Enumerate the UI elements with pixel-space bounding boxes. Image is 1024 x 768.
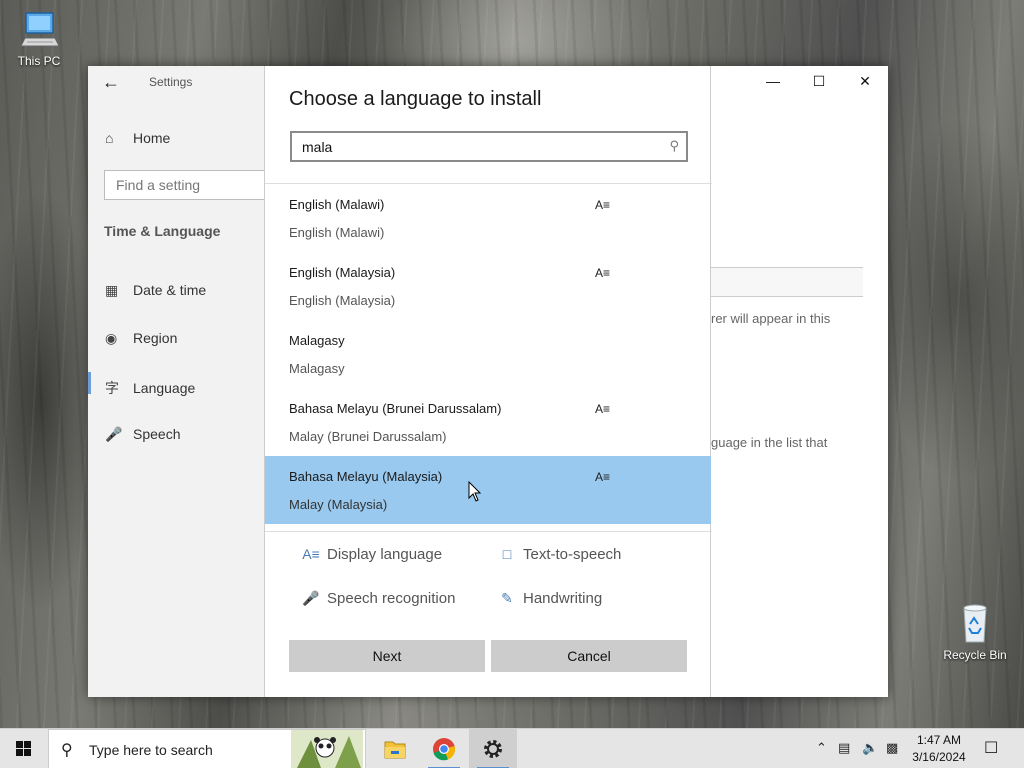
desktop-icon-label: This PC	[17, 54, 61, 68]
taskbar-clock[interactable]: 1:47 AM 3/16/2024	[906, 732, 972, 766]
sidebar-item-date-time[interactable]: ▦ Date & time	[105, 282, 206, 299]
taskbar-chrome[interactable]	[420, 729, 468, 768]
language-row-english-malawi[interactable]: English (Malawi) English (Malawi) A≡	[265, 184, 711, 252]
language-native-name: Bahasa Melayu (Brunei Darussalam)	[289, 401, 502, 416]
minimize-button[interactable]: —	[750, 70, 796, 94]
language-search-box[interactable]: ⚲	[290, 131, 688, 162]
handwriting-icon: ✎	[501, 590, 513, 606]
language-list: English (Malawi) English (Malawi) A≡ Eng…	[265, 184, 712, 532]
find-setting-input[interactable]: Find a setting	[104, 170, 274, 200]
settings-gear-icon	[484, 740, 502, 758]
display-language-feature-icon: A≡	[595, 470, 611, 484]
microphone-icon: 🎤	[302, 590, 320, 606]
language-english-name: Malay (Brunei Darussalam)	[289, 429, 447, 444]
clock-time: 1:47 AM	[916, 733, 962, 747]
mouse-cursor-icon	[468, 481, 482, 502]
close-button[interactable]: ✕	[842, 70, 888, 94]
display-language-feature-icon: A≡	[595, 402, 611, 416]
notification-badge-icon[interactable]: ▩	[886, 740, 898, 756]
clock-date: 3/16/2024	[912, 750, 966, 764]
sidebar-item-speech[interactable]: 🎤 Speech	[105, 426, 180, 443]
settings-sidebar: ← Settings ⌂ Home Find a setting Time & L…	[88, 66, 274, 697]
divider	[265, 531, 712, 532]
sidebar-item-region[interactable]: ◉ Region	[105, 330, 177, 347]
microphone-icon: 🎤	[105, 426, 123, 442]
chrome-icon	[433, 738, 455, 761]
tray-chevron-up-icon[interactable]: ⌃	[816, 740, 827, 756]
globe-icon: ◉	[105, 330, 118, 346]
dialog-title: Choose a language to install	[289, 88, 542, 110]
language-search-input[interactable]	[302, 137, 662, 157]
maximize-button[interactable]: ☐	[796, 70, 842, 94]
legend-handwriting: ✎ Handwriting	[497, 590, 602, 607]
background-text: guage in the list that	[711, 435, 828, 450]
desktop-icon-this-pc[interactable]: This PC	[4, 8, 74, 68]
taskbar-search-box[interactable]: ⚲ Type here to search	[48, 729, 366, 768]
display-language-feature-icon: A≡	[595, 198, 611, 212]
section-heading: Time & Language	[104, 223, 221, 239]
active-nav-indicator	[88, 372, 91, 394]
display-language-feature-icon: A≡	[595, 266, 611, 280]
search-highlight-art-icon	[291, 730, 363, 768]
search-icon: ⚲	[61, 742, 73, 759]
back-arrow-icon[interactable]: ←	[102, 72, 122, 92]
choose-language-dialog: Choose a language to install ⚲ English (…	[264, 66, 712, 697]
sidebar-item-home[interactable]: ⌂ Home	[105, 130, 170, 146]
legend-text-to-speech: □ Text-to-speech	[497, 546, 622, 563]
language-row-malay-brunei[interactable]: Bahasa Melayu (Brunei Darussalam) Malay …	[265, 388, 711, 456]
taskbar-search-placeholder: Type here to search	[89, 742, 213, 758]
home-icon: ⌂	[105, 130, 114, 146]
network-icon[interactable]: ▤	[838, 740, 850, 756]
language-row-english-malaysia[interactable]: English (Malaysia) English (Malaysia) A≡	[265, 252, 711, 320]
language-native-name: Malagasy	[289, 333, 345, 348]
volume-muted-icon[interactable]: 🔈	[862, 740, 878, 756]
sidebar-item-language[interactable]: 字 Language	[105, 378, 195, 398]
language-icon: 字	[105, 380, 119, 396]
desktop-icon-label: Recycle Bin	[943, 648, 1007, 662]
background-text: rer will appear in this	[711, 311, 831, 326]
desktop-icon-recycle-bin[interactable]: Recycle Bin	[940, 602, 1010, 662]
language-english-name: Malay (Malaysia)	[289, 497, 388, 512]
recycle-bin-icon	[953, 602, 997, 646]
start-button[interactable]	[0, 729, 48, 768]
display-language-icon: A≡	[302, 546, 320, 562]
calendar-clock-icon: ▦	[105, 282, 119, 298]
cancel-button[interactable]: Cancel	[491, 640, 687, 672]
next-button[interactable]: Next	[289, 640, 485, 672]
windows-logo-icon	[16, 741, 31, 756]
taskbar: ⚲ Type here to search ⌃ ▤ 🔈 ▩ 1:47 AM 3/…	[0, 728, 1024, 768]
taskbar-settings[interactable]	[469, 729, 517, 768]
language-english-name: Malagasy	[289, 361, 345, 376]
file-explorer-icon	[384, 741, 406, 759]
search-icon[interactable]: ⚲	[669, 138, 679, 154]
language-native-name: English (Malaysia)	[289, 265, 396, 280]
action-center-icon[interactable]: ☐	[984, 738, 998, 758]
legend-speech-recognition: 🎤 Speech recognition	[302, 590, 456, 607]
taskbar-file-explorer[interactable]	[371, 729, 419, 768]
language-native-name: Bahasa Melayu (Malaysia)	[289, 469, 443, 484]
language-row-malagasy[interactable]: Malagasy Malagasy	[265, 320, 711, 388]
computer-icon	[17, 8, 61, 52]
language-row-malay-malaysia[interactable]: Bahasa Melayu (Malaysia) Malay (Malaysia…	[265, 456, 711, 524]
text-to-speech-icon: □	[502, 546, 512, 562]
background-dropdown[interactable]	[711, 267, 863, 297]
language-english-name: English (Malawi)	[289, 225, 385, 240]
window-title: Settings	[149, 75, 193, 89]
language-native-name: English (Malawi)	[289, 197, 385, 212]
legend-display-language: A≡ Display language	[302, 546, 443, 563]
language-english-name: English (Malaysia)	[289, 293, 396, 308]
